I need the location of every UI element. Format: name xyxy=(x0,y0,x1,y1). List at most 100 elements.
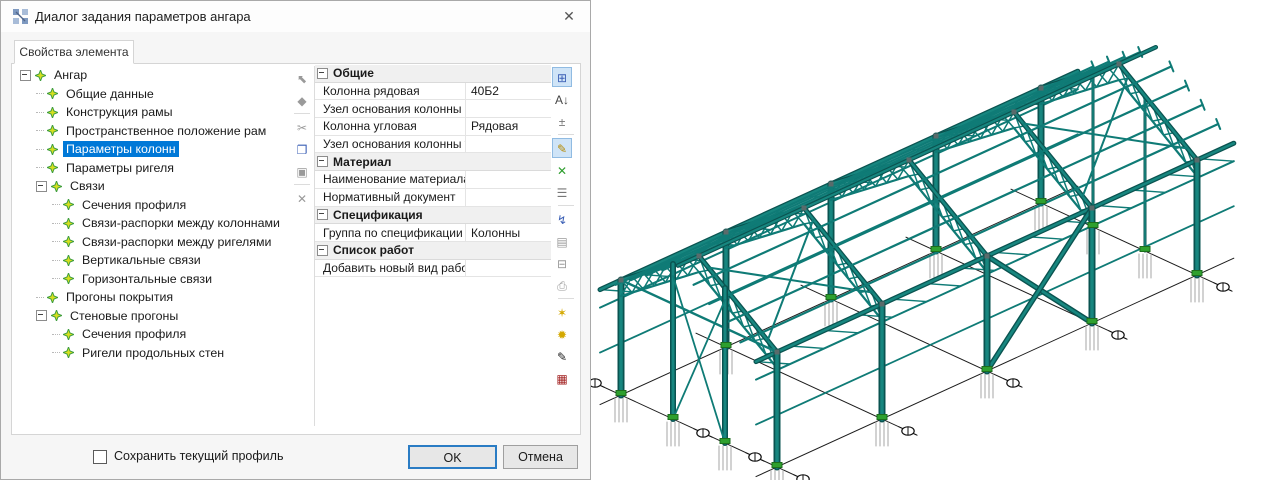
tree-item-label[interactable]: Общие данные xyxy=(63,86,157,102)
tree-item-label[interactable]: Сечения профиля xyxy=(79,326,189,342)
favorite-list-icon[interactable]: ✹ xyxy=(552,324,572,344)
print-icon[interactable]: ⎙ xyxy=(552,275,572,295)
tree-item-label[interactable]: Конструкция рамы xyxy=(63,104,176,120)
tree-connector xyxy=(52,352,60,353)
collapse-box-icon[interactable] xyxy=(317,156,328,167)
property-value[interactable]: Рядовая xyxy=(465,118,551,135)
expand-box-icon[interactable] xyxy=(36,181,47,192)
save-profile-checkbox[interactable] xyxy=(93,450,107,464)
property-value[interactable] xyxy=(465,136,551,153)
grid-section-5[interactable]: Материал xyxy=(315,153,551,171)
tree-connector xyxy=(36,93,44,94)
tree-item-4[interactable]: Параметры колонн xyxy=(14,140,290,159)
spec-book-icon[interactable]: ▦ xyxy=(552,368,572,388)
expand-box-icon[interactable] xyxy=(20,70,31,81)
property-value[interactable] xyxy=(465,100,551,117)
tree-item-8[interactable]: Связи-распорки между колоннами xyxy=(14,214,290,233)
tree-item-9[interactable]: Связи-распорки между ригелями xyxy=(14,233,290,252)
tree-item-label[interactable]: Связи-распорки между ригелями xyxy=(79,234,274,250)
tree-item-10[interactable]: Вертикальные связи xyxy=(14,251,290,270)
grid-row-9[interactable]: Группа по спецификацииКолонны xyxy=(315,224,551,242)
grid-row-11[interactable]: Добавить новый вид работ xyxy=(315,260,551,278)
tree-item-label[interactable]: Связи-распорки между колоннами xyxy=(79,215,283,231)
edit-value-icon[interactable]: ✎ xyxy=(552,138,572,158)
categorized-view-icon[interactable]: ⊞ xyxy=(552,67,572,87)
element-star-icon xyxy=(47,292,58,303)
pick-element-icon[interactable]: ⬉ xyxy=(292,68,312,88)
grid-section-10[interactable]: Список работ xyxy=(315,242,551,260)
tree-item-15[interactable]: Ригели продольных стен xyxy=(14,344,290,363)
plus-minus-icon[interactable]: ± xyxy=(552,111,572,131)
tree-item-12[interactable]: Прогоны покрытия xyxy=(14,288,290,307)
new-favorite-icon[interactable]: ✶ xyxy=(552,302,572,322)
toolbar-separator xyxy=(558,205,574,206)
screenshot-stage: Диалог задания параметров ангара ✕ Свойс… xyxy=(0,0,1280,480)
cut-icon[interactable]: ✂ xyxy=(292,117,312,137)
tab-element-properties[interactable]: Свойства элемента xyxy=(14,40,134,64)
edit-note-icon[interactable]: ✎ xyxy=(552,346,572,366)
property-label: Колонна угловая xyxy=(315,119,465,133)
sort-az-icon[interactable]: A↓ xyxy=(552,89,572,109)
element-star-icon xyxy=(47,125,58,136)
tree-item-14[interactable]: Сечения профиля xyxy=(14,325,290,344)
property-value[interactable] xyxy=(465,171,551,188)
dialog-titlebar[interactable]: Диалог задания параметров ангара ✕ xyxy=(1,1,590,32)
apply-profile-icon[interactable]: ◆ xyxy=(292,90,312,110)
tree-item-label[interactable]: Сечения профиля xyxy=(79,197,189,213)
tree-item-6[interactable]: Связи xyxy=(14,177,290,196)
tree-item-label[interactable]: Вертикальные связи xyxy=(79,252,204,268)
property-list-icon[interactable]: ☰ xyxy=(552,182,572,202)
3d-viewport[interactable] xyxy=(591,0,1280,480)
grid-row-3[interactable]: Колонна угловаяРядовая xyxy=(315,118,551,136)
grid-row-2[interactable]: Узел основания колонны р... xyxy=(315,100,551,118)
paste-icon[interactable]: ▣ xyxy=(292,161,312,181)
tree-item-11[interactable]: Горизонтальные связи xyxy=(14,270,290,289)
element-star-icon xyxy=(63,329,74,340)
assign-pointer-icon[interactable]: ↯ xyxy=(552,209,572,229)
collapse-box-icon[interactable] xyxy=(317,245,328,256)
tree-item-label[interactable]: Ангар xyxy=(51,67,90,83)
element-star-icon xyxy=(47,88,58,99)
tree-item-label[interactable]: Горизонтальные связи xyxy=(79,271,215,287)
grid-section-8[interactable]: Спецификация xyxy=(315,207,551,225)
property-value[interactable] xyxy=(465,260,551,277)
collapse-box-icon[interactable] xyxy=(317,68,328,79)
tree-connector xyxy=(52,241,60,242)
tree-item-3[interactable]: Пространственное положение рам xyxy=(14,122,290,141)
tree-item-label[interactable]: Параметры колонн xyxy=(63,141,179,157)
property-value[interactable] xyxy=(465,189,551,206)
expand-box-icon[interactable] xyxy=(36,310,47,321)
section-label: Материал xyxy=(333,155,391,169)
grid-row-6[interactable]: Наименование материала xyxy=(315,171,551,189)
tree-item-label[interactable]: Прогоны покрытия xyxy=(63,289,176,305)
element-star-icon xyxy=(47,162,58,173)
property-grid: ОбщиеКолонна рядовая40Б2Узел основания к… xyxy=(315,65,551,277)
grid-row-4[interactable]: Узел основания колонны у... xyxy=(315,136,551,154)
tree-item-label[interactable]: Пространственное положение рам xyxy=(63,123,269,139)
tree-item-13[interactable]: Стеновые прогоны xyxy=(14,307,290,326)
tree-item-label[interactable]: Ригели продольных стен xyxy=(79,345,227,361)
close-icon[interactable]: ✕ xyxy=(554,4,584,29)
tree-item-2[interactable]: Конструкция рамы xyxy=(14,103,290,122)
grid-row-7[interactable]: Нормативный документ xyxy=(315,189,551,207)
delete-icon[interactable]: ✕ xyxy=(292,188,312,208)
stamp-icon[interactable]: ▤ xyxy=(552,231,572,251)
tree-item-0[interactable]: Ангар xyxy=(14,66,290,85)
measure-icon[interactable]: ⊟ xyxy=(552,253,572,273)
cancel-button[interactable]: Отмена xyxy=(503,445,578,469)
property-value[interactable]: 40Б2 xyxy=(465,83,551,100)
ok-button[interactable]: OK xyxy=(408,445,497,469)
tree-item-5[interactable]: Параметры ригеля xyxy=(14,159,290,178)
tree-item-label[interactable]: Связи xyxy=(67,178,108,194)
tree-item-1[interactable]: Общие данные xyxy=(14,85,290,104)
tree-connector xyxy=(52,260,60,261)
clear-value-icon[interactable]: ✕ xyxy=(552,160,572,180)
collapse-box-icon[interactable] xyxy=(317,209,328,220)
copy-icon[interactable]: ❐ xyxy=(292,139,312,159)
tree-item-7[interactable]: Сечения профиля xyxy=(14,196,290,215)
tree-item-label[interactable]: Параметры ригеля xyxy=(63,160,177,176)
property-value[interactable]: Колонны xyxy=(465,224,551,241)
tree-item-label[interactable]: Стеновые прогоны xyxy=(67,308,181,324)
grid-section-0[interactable]: Общие xyxy=(315,65,551,83)
grid-row-1[interactable]: Колонна рядовая40Б2 xyxy=(315,83,551,101)
